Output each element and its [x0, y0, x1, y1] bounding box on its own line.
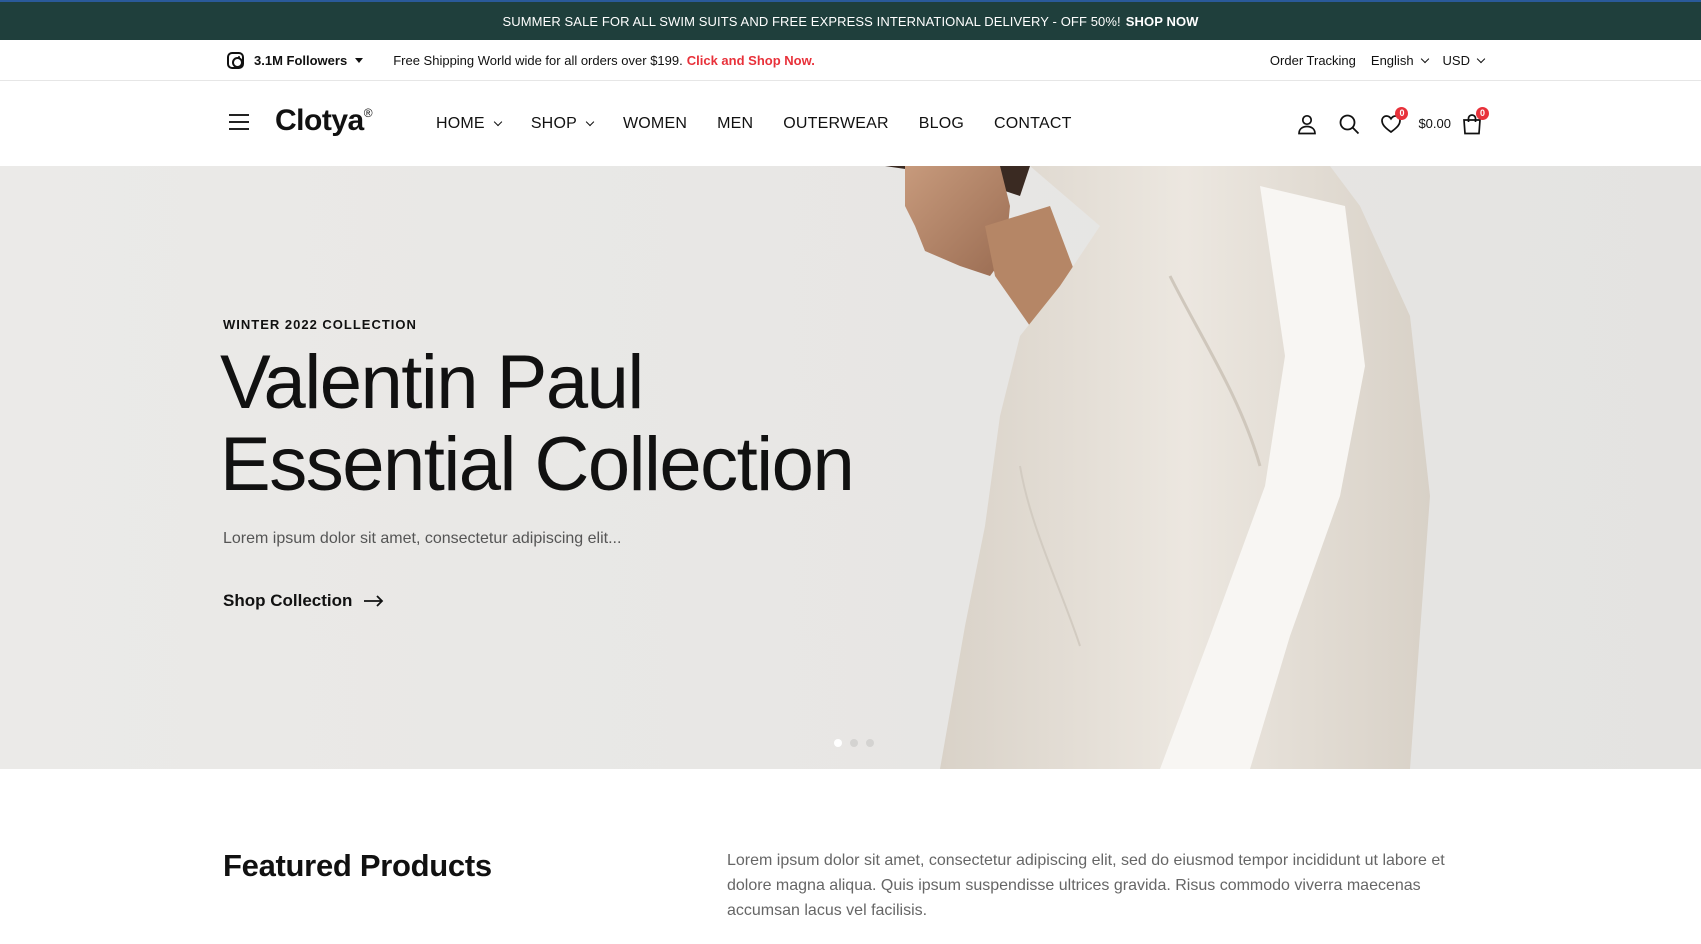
nav-item-home[interactable]: HOME	[436, 114, 503, 133]
nav-item-outerwear[interactable]: OUTERWEAR	[783, 115, 889, 133]
shipping-text: Free Shipping World wide for all orders …	[393, 52, 683, 68]
logo-text: Clotya	[275, 104, 364, 137]
language-value: English	[1370, 52, 1414, 68]
currency-value: USD	[1442, 52, 1470, 68]
instagram-icon[interactable]	[227, 51, 244, 69]
nav-item-shop[interactable]: SHOP	[530, 114, 595, 133]
top-bar-right: Order Tracking English USD	[1255, 40, 1486, 80]
top-bar-left: 3.1M Followers Free Shipping World wide …	[227, 40, 815, 80]
featured-products-description: Lorem ipsum dolor sit amet, consectetur …	[727, 852, 1445, 919]
nav-item-men[interactable]: MEN	[717, 115, 753, 133]
shop-collection-button[interactable]: Shop Collection	[223, 591, 384, 611]
hero-subtitle: Lorem ipsum dolor sit amet, consectetur …	[223, 530, 622, 547]
slider-dot-3[interactable]	[866, 739, 874, 747]
announcement-text: SUMMER SALE FOR ALL SWIM SUITS AND FREE …	[502, 13, 1121, 29]
nav-shop-label: SHOP	[530, 114, 577, 132]
announcement-shop-now-link[interactable]: SHOP NOW	[1126, 14, 1199, 29]
shop-collection-label: Shop Collection	[223, 591, 353, 610]
shipping-message: Free Shipping World wide for all orders …	[393, 53, 815, 68]
hero-title-line-2: Essential Collection	[220, 422, 855, 507]
currency-selector[interactable]: USD	[1442, 52, 1486, 68]
search-icon[interactable]	[1338, 113, 1360, 135]
followers-dropdown[interactable]: 3.1M Followers	[254, 52, 364, 68]
slider-pagination	[834, 739, 882, 747]
shipping-shop-link[interactable]: Click and Shop Now.	[687, 53, 815, 68]
header-icons: 0 $0.00 0	[1276, 81, 1489, 166]
nav-item-contact[interactable]: CONTACT	[994, 115, 1072, 133]
announcement-bar: SUMMER SALE FOR ALL SWIM SUITS AND FREE …	[0, 0, 1701, 40]
wishlist-count-badge: 0	[1395, 106, 1409, 120]
hamburger-menu-icon[interactable]	[229, 114, 249, 130]
registered-mark: ®	[363, 106, 373, 120]
wishlist-icon[interactable]: 0	[1380, 106, 1409, 135]
top-bar: 3.1M Followers Free Shipping World wide …	[0, 40, 1701, 81]
nav-home-label: HOME	[436, 114, 485, 132]
chevron-down-icon	[1476, 54, 1486, 63]
hero-slider: WINTER 2022 COLLECTION Valentin Paul Ess…	[0, 166, 1701, 769]
site-logo[interactable]: Clotya®	[275, 104, 373, 138]
slider-dot-2[interactable]	[850, 739, 858, 747]
caret-down-icon	[355, 57, 364, 63]
nav-item-blog[interactable]: BLOG	[919, 115, 964, 133]
hero-eyebrow: WINTER 2022 COLLECTION	[223, 317, 417, 332]
language-selector[interactable]: English	[1370, 52, 1429, 68]
hero-title: Valentin Paul Essential Collection	[220, 342, 920, 506]
featured-products-title: Featured Products	[223, 848, 492, 883]
arrow-right-icon	[364, 595, 384, 607]
chevron-down-icon	[585, 117, 595, 127]
user-account-icon[interactable]	[1296, 113, 1318, 135]
chevron-down-icon	[1420, 54, 1429, 63]
nav-item-women[interactable]: WOMEN	[623, 115, 687, 133]
main-header: Clotya® HOME SHOP WOMEN MEN OUTERWEAR BL…	[0, 81, 1701, 166]
main-nav: HOME SHOP WOMEN MEN OUTERWEAR BLOG CONTA…	[436, 81, 1102, 166]
slider-dot-1[interactable]	[834, 739, 842, 747]
cart-total[interactable]: $0.00	[1418, 116, 1451, 131]
chevron-down-icon	[493, 117, 503, 127]
cart-count-badge: 0	[1476, 106, 1489, 120]
hero-title-line-1: Valentin Paul	[220, 340, 644, 425]
followers-label: 3.1M Followers	[254, 52, 348, 68]
order-tracking-link[interactable]: Order Tracking	[1270, 53, 1356, 68]
shopping-bag-icon[interactable]: 0	[1461, 106, 1489, 135]
